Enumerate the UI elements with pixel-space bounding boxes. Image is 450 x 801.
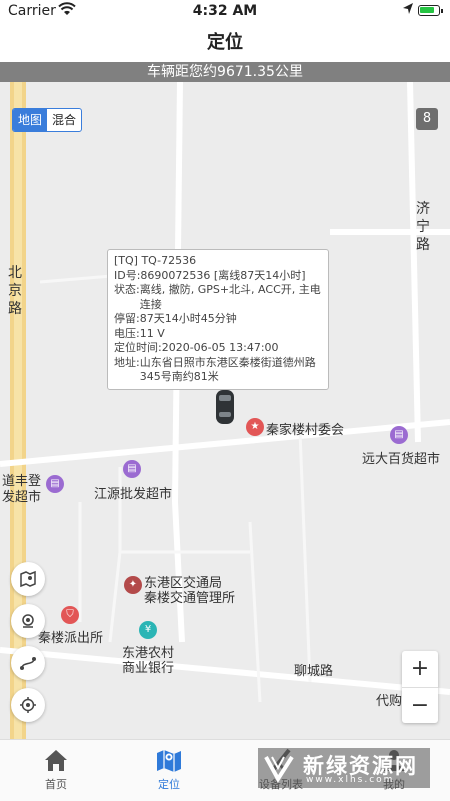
route-shield: 8 bbox=[416, 108, 438, 130]
page-title: 定位 bbox=[0, 24, 450, 62]
road-label-liaocheng: 聊城路 bbox=[294, 664, 334, 679]
info-value: 离线, 撤防, GPS+北斗, ACC开, 主电连接 bbox=[139, 283, 321, 311]
map-view[interactable]: 地图 混合 8 北 京 路 济 宁 路 聊城路 [TQ] TQ-72536 ID… bbox=[0, 82, 450, 739]
police-icon[interactable]: ⛉ bbox=[61, 606, 79, 624]
poi-label[interactable]: 代购 bbox=[376, 690, 402, 709]
shop-icon[interactable]: ▤ bbox=[390, 426, 408, 444]
poi-label[interactable]: 发超市 bbox=[2, 486, 41, 505]
info-row: 地址: 山东省日照市东港区秦楼街道德州路345号南约81米 bbox=[114, 356, 322, 385]
tab-label: 定位 bbox=[158, 778, 180, 791]
battery-icon bbox=[418, 5, 443, 16]
vehicle-title: [TQ] TQ-72536 bbox=[114, 254, 197, 267]
info-key: 定位时间: bbox=[114, 341, 162, 354]
distance-banner: 车辆距您约9671.35公里 bbox=[0, 62, 450, 82]
watermark-url: www.xlhs.com bbox=[306, 775, 395, 785]
watermark: 新绿资源网 www.xlhs.com bbox=[258, 748, 430, 788]
home-icon bbox=[45, 750, 67, 771]
road-char: 宁 bbox=[416, 219, 430, 235]
map-type-standard[interactable]: 地图 bbox=[13, 109, 48, 131]
road-char: 北 bbox=[8, 265, 22, 281]
map-type-toggle[interactable]: 地图 混合 bbox=[12, 108, 83, 132]
poi-label[interactable]: 秦楼交通管理所 bbox=[144, 587, 235, 606]
shop-icon[interactable]: ▤ bbox=[46, 475, 64, 493]
road-char: 路 bbox=[8, 301, 22, 317]
vehicle-info-window: [TQ] TQ-72536 ID号: 8690072536 [离线87天14小时]… bbox=[107, 249, 329, 390]
tab-home[interactable]: 首页 bbox=[11, 746, 101, 792]
info-key: 地址: bbox=[114, 355, 140, 369]
info-value: 11 V bbox=[139, 326, 165, 340]
track-icon[interactable] bbox=[11, 646, 45, 680]
poi-label[interactable]: 商业银行 bbox=[122, 657, 174, 676]
bank-icon[interactable]: ¥ bbox=[139, 621, 157, 639]
road-label-beijing: 北 京 路 bbox=[7, 264, 23, 318]
poi-label[interactable]: 秦楼派出所 bbox=[38, 627, 103, 646]
status-bar: Carrier 4:32 AM bbox=[0, 0, 450, 24]
info-row: ID号: 8690072536 [离线87天14小时] bbox=[114, 269, 322, 284]
clock: 4:32 AM bbox=[192, 3, 258, 19]
info-value: 山东省日照市东港区秦楼街道德州路345号南约81米 bbox=[139, 355, 316, 384]
map-icon bbox=[157, 750, 181, 772]
info-row: 定位时间: 2020-06-05 13:47:00 bbox=[114, 341, 322, 356]
map-type-hybrid[interactable]: 混合 bbox=[47, 109, 81, 131]
star-marker-icon[interactable]: ★ bbox=[246, 418, 264, 436]
shop-icon[interactable]: ▤ bbox=[123, 460, 141, 478]
info-key: ID号: bbox=[114, 268, 141, 282]
road-char: 路 bbox=[416, 237, 430, 253]
road-label-jining: 济 宁 路 bbox=[415, 200, 431, 254]
info-row: 状态: 离线, 撤防, GPS+北斗, ACC开, 主电连接 bbox=[114, 283, 322, 312]
info-value: 87天14小时45分钟 bbox=[139, 312, 237, 325]
location-arrow-icon bbox=[402, 2, 414, 20]
info-value: 2020-06-05 13:47:00 bbox=[161, 341, 279, 354]
watermark-logo-icon bbox=[264, 755, 294, 783]
battery-fill bbox=[420, 7, 434, 13]
poi-label[interactable]: 秦家楼村委会 bbox=[266, 419, 344, 438]
zoom-out-button[interactable]: − bbox=[402, 688, 438, 724]
tab-label: 首页 bbox=[45, 778, 67, 791]
info-key: 状态: bbox=[114, 283, 140, 296]
government-icon[interactable]: ✦ bbox=[124, 576, 142, 594]
tab-location[interactable]: 定位 bbox=[124, 746, 214, 792]
road-char: 济 bbox=[416, 201, 430, 217]
poi-label[interactable]: 江源批发超市 bbox=[94, 483, 172, 502]
info-value: 8690072536 [离线87天14小时] bbox=[140, 268, 306, 282]
locate-icon[interactable] bbox=[11, 688, 45, 722]
road-char: 京 bbox=[8, 283, 22, 299]
poi-label[interactable]: 远大百货超市 bbox=[362, 448, 440, 467]
info-key: 电压: bbox=[114, 326, 140, 340]
street-view-icon[interactable] bbox=[11, 604, 45, 638]
vehicle-car-icon[interactable] bbox=[216, 390, 234, 424]
info-row: 停留: 87天14小时45分钟 bbox=[114, 312, 322, 327]
zoom-in-button[interactable]: + bbox=[402, 651, 438, 688]
zoom-control: + − bbox=[402, 651, 438, 723]
map-layers-icon[interactable] bbox=[11, 562, 45, 596]
info-key: 停留: bbox=[114, 312, 140, 325]
info-row: 电压: 11 V bbox=[114, 327, 322, 342]
